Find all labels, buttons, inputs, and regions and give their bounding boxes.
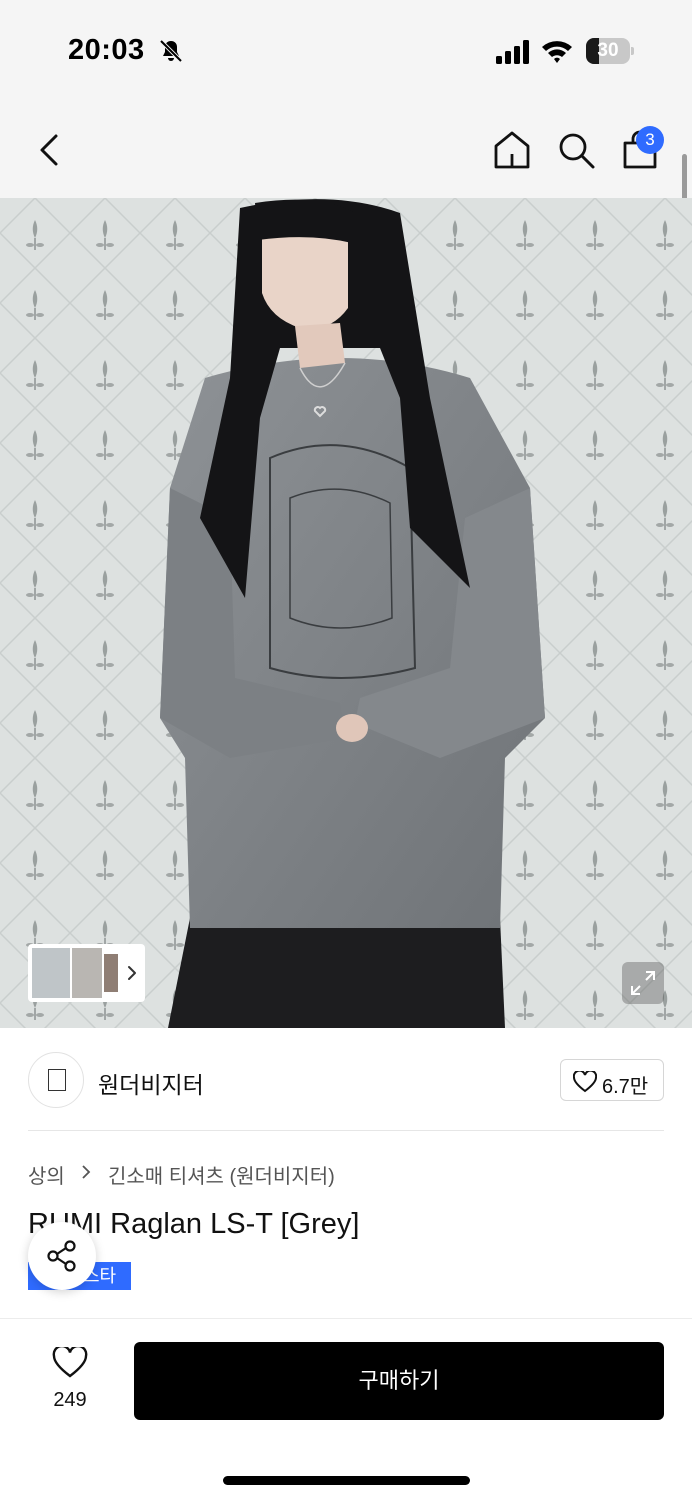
search-icon[interactable] bbox=[554, 128, 598, 172]
status-bar: 20:03 30 bbox=[0, 0, 692, 100]
chevron-right-icon bbox=[82, 1164, 91, 1179]
divider bbox=[28, 1130, 664, 1131]
top-nav-bar bbox=[0, 100, 692, 198]
expand-image-button[interactable] bbox=[622, 962, 664, 1004]
share-icon bbox=[47, 1240, 76, 1272]
bottom-action-bar: 249 구매하기 bbox=[0, 1318, 692, 1500]
thumbnail-strip[interactable] bbox=[28, 944, 145, 1002]
chevron-right-icon[interactable] bbox=[124, 962, 140, 984]
battery-icon: 30 bbox=[586, 38, 634, 64]
share-button[interactable] bbox=[28, 1222, 96, 1290]
chevron-left-icon[interactable] bbox=[30, 130, 70, 170]
brand-name[interactable]: 원더비지터 bbox=[98, 1066, 204, 1100]
breadcrumb-item[interactable]: 상의 bbox=[28, 1160, 65, 1189]
brand-logo-mark bbox=[48, 1069, 66, 1091]
brand-logo[interactable] bbox=[28, 1052, 84, 1108]
heart-icon bbox=[573, 1071, 597, 1093]
thumbnail-image[interactable] bbox=[104, 954, 118, 992]
wishlist-count: 249 bbox=[53, 1389, 87, 1411]
breadcrumb-item[interactable]: 긴소매 티셔츠 (원더비지터) bbox=[108, 1160, 335, 1189]
brand-like-button[interactable]: 6.7만 bbox=[560, 1059, 664, 1101]
product-image[interactable] bbox=[0, 198, 692, 1028]
expand-icon bbox=[631, 971, 655, 995]
thumbnail-image[interactable] bbox=[32, 948, 70, 998]
buy-button[interactable]: 구매하기 bbox=[134, 1342, 664, 1420]
product-photo bbox=[0, 198, 692, 1028]
wifi-icon bbox=[542, 41, 572, 63]
cart-count-badge: 3 bbox=[636, 126, 664, 154]
brand-like-count: 6.7만 bbox=[602, 1076, 649, 1098]
battery-level: 30 bbox=[597, 40, 619, 61]
heart-icon bbox=[52, 1347, 88, 1378]
brand-row[interactable]: 원더비지터 6.7만 bbox=[0, 1030, 692, 1130]
home-icon[interactable] bbox=[490, 128, 534, 172]
cellular-signal-icon bbox=[496, 40, 529, 64]
thumbnail-image[interactable] bbox=[72, 948, 102, 998]
breadcrumb: 상의 긴소매 티셔츠 (원더비지터) bbox=[28, 1160, 335, 1190]
home-indicator[interactable] bbox=[223, 1476, 470, 1485]
status-time: 20:03 bbox=[68, 34, 145, 66]
wishlist-button[interactable]: 249 bbox=[34, 1347, 106, 1413]
bell-slash-icon bbox=[159, 39, 183, 63]
